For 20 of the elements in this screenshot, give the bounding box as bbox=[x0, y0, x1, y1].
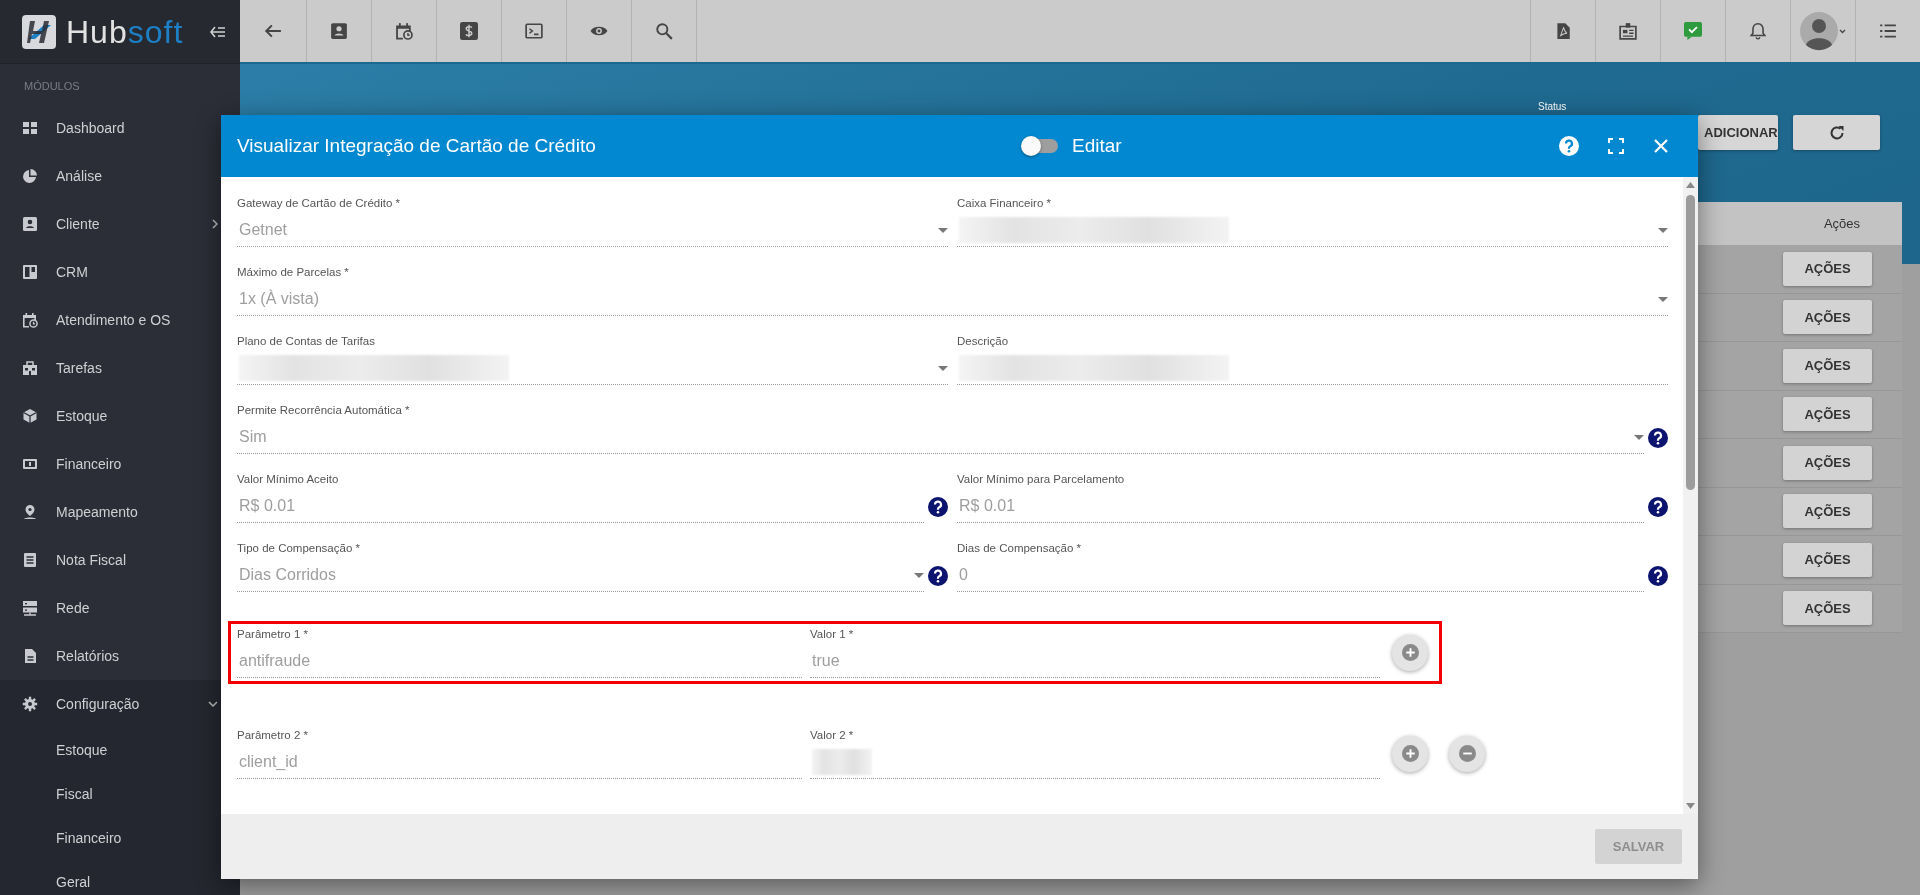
field-label: Dias de Compensação * bbox=[957, 541, 1082, 555]
field-label: Valor Mínimo para Parcelamento bbox=[957, 472, 1126, 486]
field-label: Gateway de Cartão de Crédito * bbox=[237, 196, 401, 210]
field-label: Valor Mínimo Aceito bbox=[237, 472, 340, 486]
field-label: Permite Recorrência Automática * bbox=[237, 403, 411, 417]
field-label: Plano de Contas de Tarifas bbox=[237, 334, 376, 348]
field-label: Valor 1 * bbox=[810, 627, 855, 641]
modal-title: Visualizar Integração de Cartão de Crédito bbox=[237, 133, 597, 158]
field-label: Descrição bbox=[957, 334, 1010, 348]
field-label: Valor 2 * bbox=[810, 728, 855, 742]
column-header: Ações bbox=[1822, 215, 1862, 233]
field-label: Parâmetro 1 * bbox=[237, 627, 309, 641]
brand-logo-text: Hubsoft bbox=[66, 15, 184, 48]
field-label: Tipo de Compensação * bbox=[237, 541, 361, 555]
field-label: Status bbox=[1538, 101, 1567, 112]
toggle-label: Editar bbox=[1072, 133, 1122, 158]
section-title: MÓDULOS bbox=[23, 79, 81, 94]
field-label: Parâmetro 2 * bbox=[237, 728, 309, 742]
field-label: Caixa Financeiro * bbox=[957, 196, 1052, 210]
field-label: Máximo de Parcelas * bbox=[237, 265, 350, 279]
